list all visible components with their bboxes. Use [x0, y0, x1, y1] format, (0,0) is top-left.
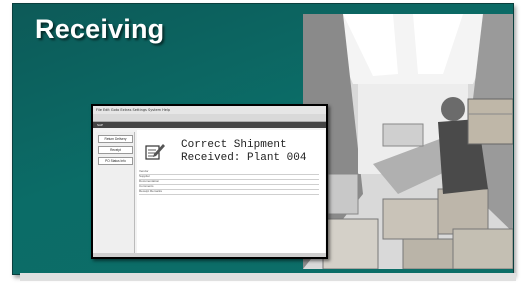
status-bar [93, 253, 326, 257]
form-row-comments[interactable]: Comments [139, 184, 319, 190]
po-status-button[interactable]: PO Status Info [98, 157, 133, 165]
slide-title: Receiving [35, 14, 165, 44]
message-line-2: Received: Plant 004 [181, 151, 307, 164]
content-pane: Correct Shipment Received: Plant 004 Ven… [137, 130, 325, 254]
left-nav: Return Delivery Receipt PO Status Info [96, 132, 135, 254]
form-row-documentation[interactable]: Documentation [139, 179, 319, 185]
document-edit-icon [145, 144, 165, 160]
form-row-vendor[interactable]: Vendor [139, 169, 319, 175]
status-message: Correct Shipment Received: Plant 004 [181, 139, 306, 164]
toolbar[interactable] [93, 114, 326, 122]
slide: Receiving File Edit Goto Extras Settings… [12, 3, 514, 275]
message-line-1: Correct Shipment [181, 139, 287, 151]
slide-shadow [20, 273, 516, 281]
return-delivery-button[interactable]: Return Delivery [98, 135, 133, 143]
form-row-remarks[interactable]: Receipt Remarks [139, 189, 319, 195]
sap-window: File Edit Goto Extras Settings System He… [93, 106, 326, 257]
app-title-bar: SAP [93, 122, 326, 128]
form-row-supplier[interactable]: Supplier [139, 174, 319, 180]
sap-screenshot: File Edit Goto Extras Settings System He… [91, 104, 328, 259]
receipt-button[interactable]: Receipt [98, 146, 133, 154]
warehouse-photo [303, 14, 513, 269]
menu-bar[interactable]: File Edit Goto Extras Settings System He… [93, 106, 326, 114]
